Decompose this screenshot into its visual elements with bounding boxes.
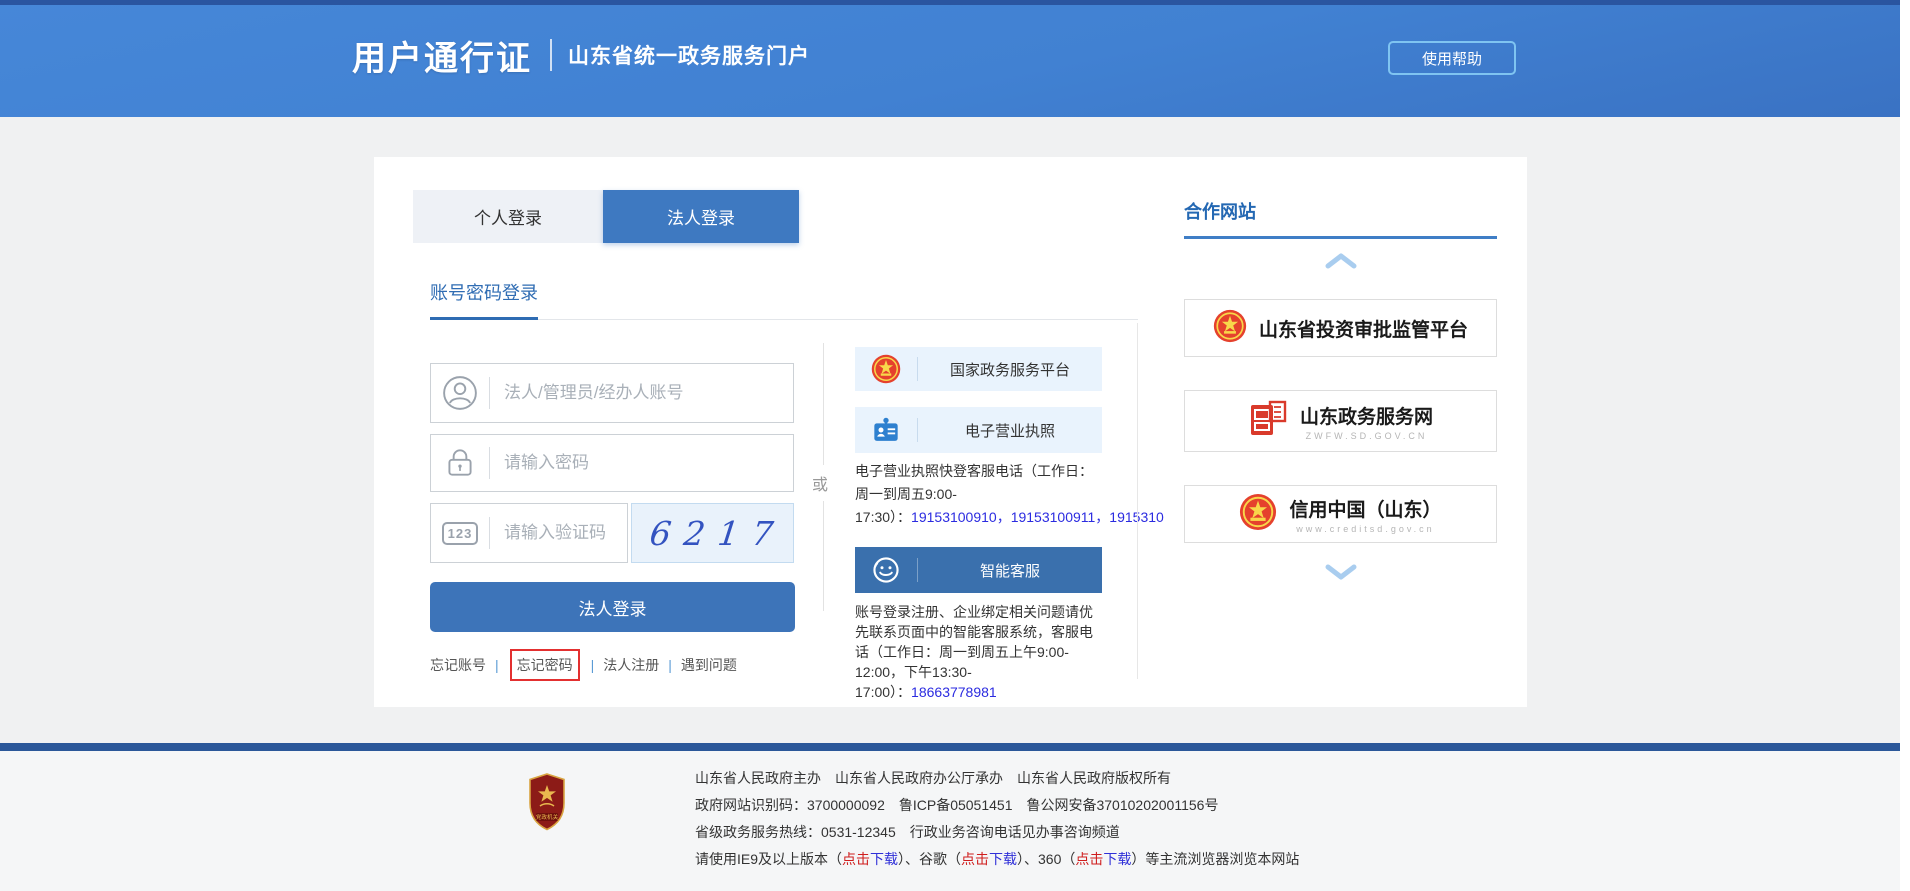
download-link-chrome[interactable]: 下载 (989, 851, 1017, 867)
partners-underline (1184, 236, 1497, 239)
footer-line-3: 省级政务服务热线：0531-12345 行政业务咨询电话见办事咨询频道 (695, 822, 1120, 842)
partner-link-shandong-gov-service[interactable]: 山东政务服务网 ZWFW.SD.GOV.CN (1184, 390, 1497, 452)
user-icon (431, 375, 489, 411)
national-emblem-icon (855, 354, 917, 384)
national-emblem-icon (1239, 493, 1277, 536)
legal-login-button[interactable]: 法人登录 (430, 582, 795, 632)
account-input[interactable] (490, 364, 793, 422)
tab-legal-login[interactable]: 法人登录 (603, 190, 799, 243)
tab-personal-login[interactable]: 个人登录 (413, 190, 603, 243)
national-service-platform-button[interactable]: 国家政务服务平台 (855, 347, 1102, 391)
download-link-ie[interactable]: 点击 (842, 851, 870, 867)
problem-link[interactable]: 遇到问题 (681, 655, 737, 675)
scroll-up-chevron[interactable] (1184, 251, 1497, 271)
captcha-image[interactable]: 6217 (631, 503, 794, 563)
tab-account-password-login[interactable]: 账号密码登录 (430, 279, 538, 305)
license-badge-icon (855, 415, 917, 445)
column-divider (1137, 323, 1138, 679)
login-links-row: 忘记账号 | 忘记密码 | 法人注册 | 遇到问题 (430, 649, 737, 681)
e-license-note: 电子营业执照快登客服电话（工作日： 周一到周五9:00- 17:30）：1915… (855, 460, 1201, 529)
or-label: 或 (812, 465, 828, 501)
forgot-password-highlight-box: 忘记密码 (510, 649, 580, 681)
header: 用户通行证 山东省统一政务服务门户 使用帮助 (0, 0, 1910, 117)
forgot-account-link[interactable]: 忘记账号 (430, 655, 486, 675)
smart-service-button[interactable]: 智能客服 (855, 547, 1102, 593)
title-divider (550, 39, 552, 71)
scrollbar-track[interactable] (1900, 0, 1910, 891)
forgot-password-link[interactable]: 忘记密码 (517, 657, 573, 673)
password-field-box (430, 434, 794, 492)
partners-title: 合作网站 (1184, 198, 1256, 224)
link-separator: | (668, 657, 672, 673)
footer-divider-bar (0, 743, 1910, 751)
help-button[interactable]: 使用帮助 (1388, 41, 1516, 75)
government-shield-badge[interactable]: 党政机关 (528, 773, 566, 831)
partner-link-investment-platform[interactable]: 山东省投资审批监管平台 (1184, 299, 1497, 357)
e-license-phone-numbers[interactable]: 19153100910，19153100911，1915310 (911, 509, 1164, 525)
download-link-360[interactable]: 下载 (1103, 851, 1131, 867)
text-segment: ）、360（ (1017, 851, 1075, 867)
header-top-strip (0, 0, 1910, 5)
red-seal-icon (1248, 399, 1288, 444)
service-phone-number[interactable]: 18663778981 (911, 684, 997, 700)
link-separator: | (495, 657, 499, 673)
password-input[interactable] (490, 435, 793, 491)
scroll-down-chevron[interactable] (1184, 562, 1497, 582)
section-active-underline (430, 317, 538, 320)
download-link-360[interactable]: 点击 (1075, 851, 1103, 867)
site-title: 用户通行证 (352, 31, 532, 80)
e-business-license-button[interactable]: 电子营业执照 (855, 407, 1102, 453)
login-card: 个人登录 法人登录 账号密码登录 (374, 157, 1527, 707)
text-segment: 请使用IE9及以上版本（ (695, 851, 842, 867)
partner-url: www.creditsd.gov.cn (1296, 524, 1434, 534)
captcha-input[interactable] (490, 504, 627, 562)
site-subtitle: 山东省统一政务服务门户 (568, 40, 810, 70)
text-segment: ）等主流浏览器浏览本网站 (1131, 851, 1299, 867)
captcha-field-box: 123 (430, 503, 628, 563)
captcha-digits: 6217 (637, 514, 788, 553)
page: 用户通行证 山东省统一政务服务门户 使用帮助 个人登录 法人登录 账号密码登录 (0, 0, 1910, 891)
footer-line-2: 政府网站识别码：3700000092 鲁ICP备05051451 鲁公网安备37… (695, 795, 1218, 815)
lock-icon (431, 445, 489, 481)
partner-url: ZWFW.SD.GOV.CN (1306, 431, 1428, 441)
header-title-wrap: 用户通行证 山东省统一政务服务门户 (352, 34, 810, 76)
footer-line-1: 山东省人民政府主办 山东省人民政府办公厅承办 山东省人民政府版权所有 (695, 768, 1171, 788)
partner-link-credit-china-shandong[interactable]: 信用中国（山东） www.creditsd.gov.cn (1184, 485, 1497, 543)
download-link-ie[interactable]: 下载 (870, 851, 898, 867)
account-field-box (430, 363, 794, 423)
download-link-chrome[interactable]: 点击 (961, 851, 989, 867)
link-separator: | (591, 657, 595, 673)
numbers-icon: 123 (431, 522, 489, 545)
robot-icon (855, 554, 917, 586)
footer-line-4: 请使用IE9及以上版本（点击下载）、谷歌（点击下载）、360（点击下载）等主流浏… (695, 849, 1299, 869)
legal-register-link[interactable]: 法人注册 (603, 655, 659, 675)
footer: 党政机关 山东省人民政府主办 山东省人民政府办公厅承办 山东省人民政府版权所有 … (0, 751, 1910, 891)
text-segment: ）、谷歌（ (898, 851, 961, 867)
smart-service-note: 账号登录注册、企业绑定相关问题请优 先联系页面中的智能客服系统，客服电 话（工作… (855, 602, 1147, 702)
national-emblem-icon (1213, 309, 1247, 348)
badge-text: 党政机关 (536, 813, 559, 821)
